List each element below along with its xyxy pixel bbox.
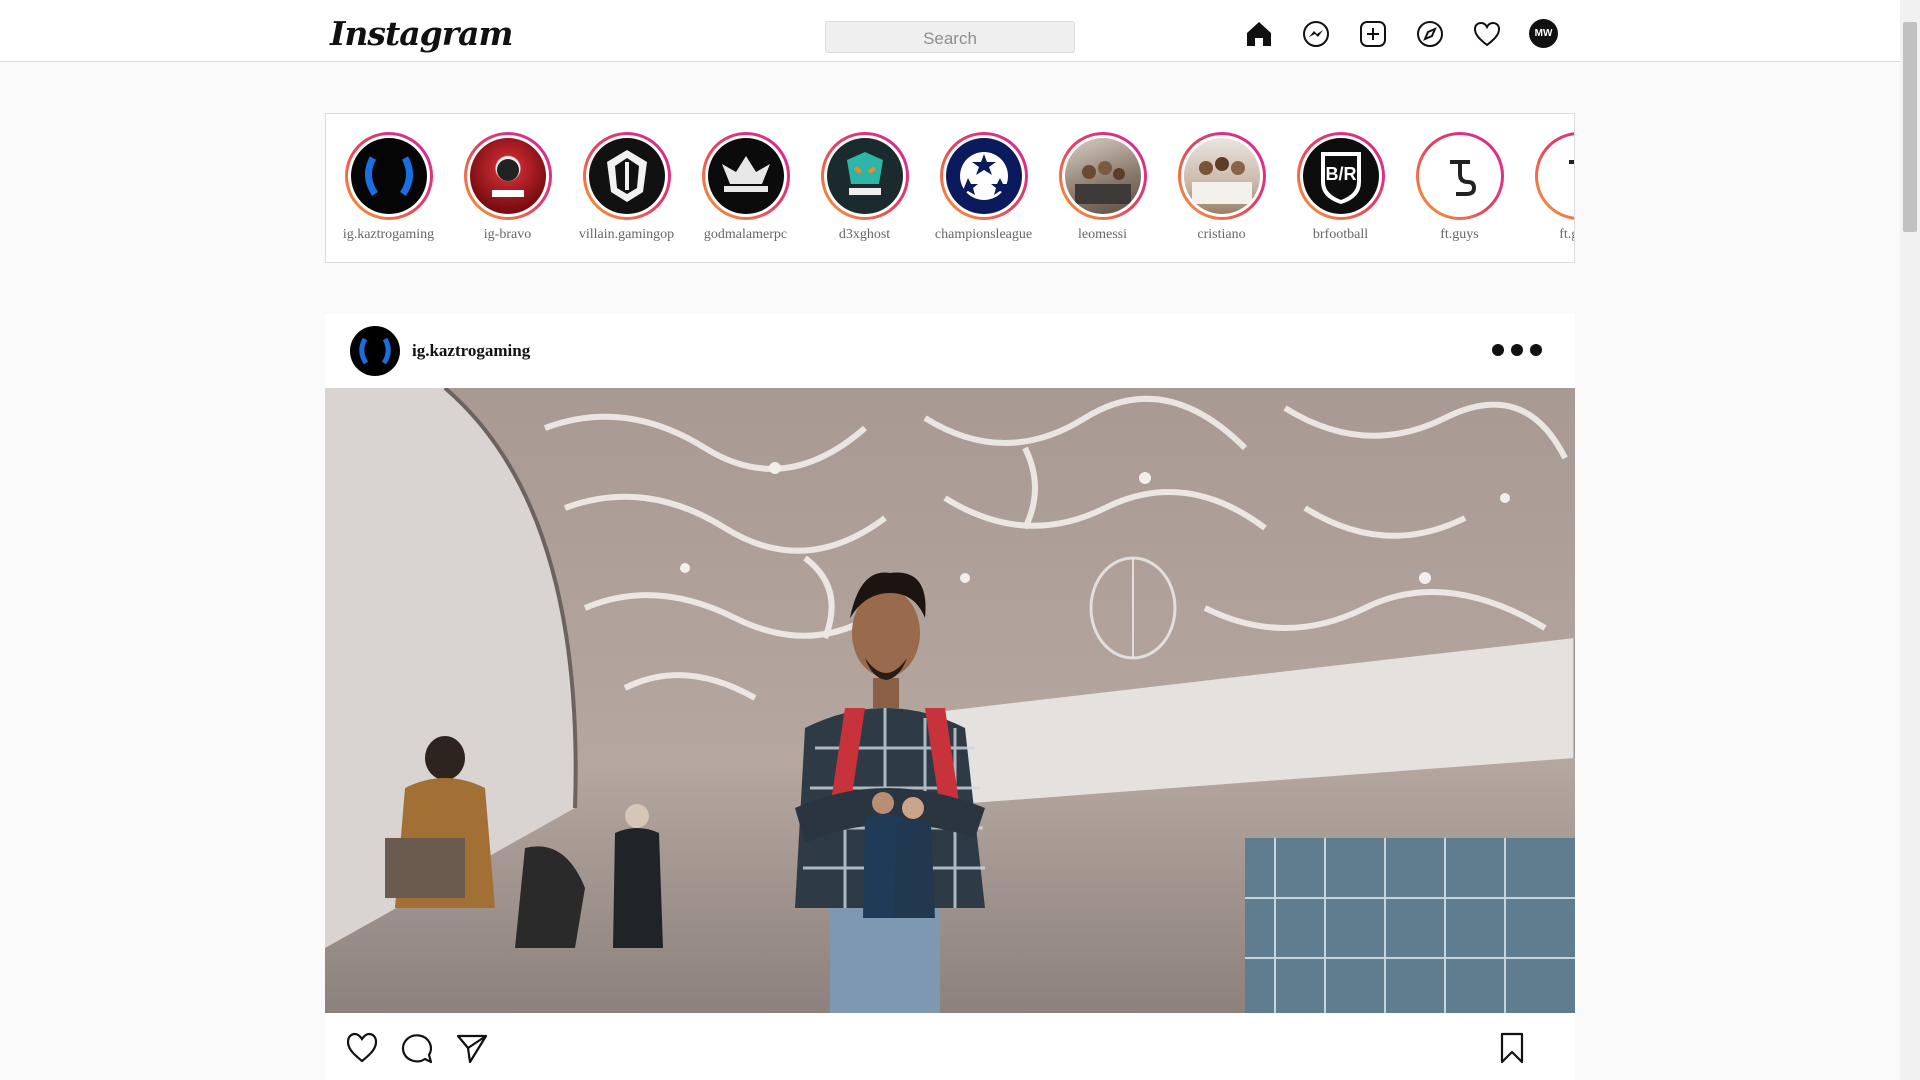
story-item[interactable]: B/R brfootball [1288, 132, 1393, 243]
story-avatar [350, 138, 427, 214]
search-input[interactable] [825, 21, 1075, 53]
story-label: cristiano [1197, 227, 1246, 242]
activity-heart-icon[interactable] [1472, 19, 1502, 49]
save-icon[interactable] [1495, 1031, 1529, 1065]
story-item[interactable]: leomessi [1050, 132, 1155, 243]
share-icon[interactable] [455, 1031, 489, 1065]
profile-avatar[interactable]: MW [1529, 19, 1558, 48]
story-label: championsleague [934, 227, 1033, 242]
story-avatar: B/R [1302, 138, 1379, 214]
story-item[interactable]: championsleague [931, 132, 1036, 243]
story-label: ig-bravo [483, 227, 532, 242]
story-label: villain.gamingop [578, 227, 675, 242]
story-item[interactable]: villain.gamingop [574, 132, 679, 243]
story-item[interactable]: d3xghost [812, 132, 917, 243]
post-photo[interactable] [325, 388, 1575, 1013]
story-label: leomessi [1078, 227, 1127, 242]
story-avatar [469, 138, 546, 214]
story-ring [1534, 132, 1574, 220]
story-avatar [945, 138, 1022, 214]
story-avatar [1183, 138, 1260, 214]
story-label: brfootball [1312, 227, 1369, 242]
story-ring [463, 132, 552, 220]
story-ring [344, 132, 433, 220]
story-ring [1415, 132, 1504, 220]
story-label: ig.kaztrogaming [342, 227, 435, 242]
story-ring [701, 132, 790, 220]
story-avatar [707, 138, 784, 214]
post-actions-bar [325, 1013, 1575, 1080]
new-post-icon[interactable] [1358, 19, 1388, 49]
story-item[interactable]: ig-bravo [455, 132, 560, 243]
story-ring [939, 132, 1028, 220]
messenger-icon[interactable] [1301, 19, 1331, 49]
story-ring: B/R [1296, 132, 1385, 220]
comment-icon[interactable] [400, 1031, 434, 1065]
svg-text:B/R: B/R [1325, 164, 1356, 184]
story-item[interactable]: ft.guys [1526, 132, 1574, 243]
post-author-avatar[interactable] [350, 326, 400, 376]
story-avatar [826, 138, 903, 214]
explore-icon[interactable] [1415, 19, 1445, 49]
like-icon[interactable] [345, 1031, 379, 1065]
story-ring [1058, 132, 1147, 220]
story-avatar [1064, 138, 1141, 214]
instagram-logo[interactable]: Instagram [330, 14, 513, 53]
story-ring [820, 132, 909, 220]
story-label: ft.guys [1440, 227, 1479, 242]
story-avatar [1540, 138, 1574, 214]
home-icon[interactable] [1244, 19, 1274, 49]
nav-icons: MW [1244, 19, 1558, 49]
post-author-username[interactable]: ig.kaztrogaming [412, 341, 530, 361]
feed-post: ig.kaztrogaming [325, 314, 1575, 1080]
story-item[interactable]: ft.guys [1407, 132, 1512, 243]
stories-tray: ig.kaztrogaming ig-bravo villain.gamingo… [325, 113, 1575, 263]
story-item[interactable]: ig.kaztrogaming [336, 132, 441, 243]
story-avatar [588, 138, 665, 214]
story-avatar [1421, 138, 1498, 214]
post-header: ig.kaztrogaming [325, 314, 1575, 388]
story-item[interactable]: cristiano [1169, 132, 1274, 243]
story-item[interactable]: godmalamerpc [693, 132, 798, 243]
story-label: ft.guys [1559, 227, 1574, 242]
top-nav-bar: Instagram MW [0, 0, 1900, 62]
more-options-icon[interactable] [1492, 344, 1542, 356]
page-scrollbar[interactable] [1900, 0, 1920, 1080]
story-label: godmalamerpc [703, 227, 788, 242]
story-ring [582, 132, 671, 220]
story-ring [1177, 132, 1266, 220]
story-label: d3xghost [838, 227, 891, 242]
scrollbar-thumb[interactable] [1903, 22, 1917, 232]
